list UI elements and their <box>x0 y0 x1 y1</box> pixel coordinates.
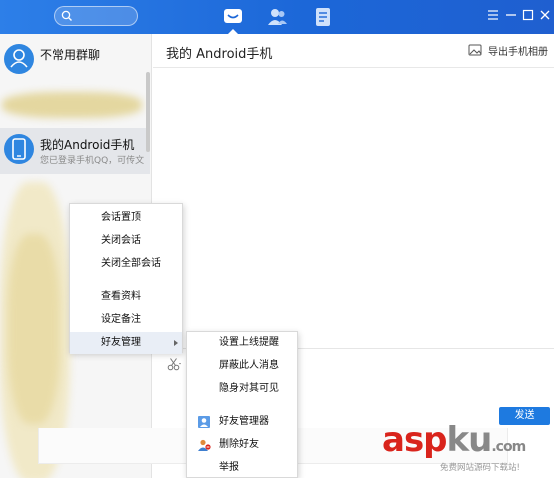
menu-item-online-reminder[interactable]: 设置上线提醒 <box>187 332 297 354</box>
title-bar <box>0 0 554 34</box>
redacted-blur <box>8 234 60 424</box>
watermark-red-text: asp <box>382 420 448 460</box>
export-album-button[interactable]: 导出手机相册 <box>468 43 548 59</box>
submenu-arrow-icon <box>174 340 178 346</box>
tab-notes[interactable] <box>312 6 334 28</box>
menu-item-label: 好友管理器 <box>219 416 269 427</box>
contact-name: 我的Android手机 <box>40 138 135 152</box>
menu-item-close-all[interactable]: 关闭全部会话 <box>70 253 182 275</box>
chat-header: 我的 Android手机 导出手机相册 <box>153 34 554 68</box>
minimize-icon <box>506 14 516 16</box>
menu-item-pin-chat[interactable]: 会话置顶 <box>70 207 182 229</box>
friend-manager-icon <box>198 416 210 428</box>
menu-item-invisible-visible[interactable]: 隐身对其可见 <box>187 378 297 400</box>
search-icon <box>61 10 72 21</box>
avatar <box>4 44 34 74</box>
menu-item-delete-friend[interactable]: 删除好友 <box>187 434 297 456</box>
list-item-selected[interactable]: 我的Android手机 您已登录手机QQ，可传文 <box>0 128 150 174</box>
menu-icon <box>488 10 498 20</box>
menu-item-report[interactable]: 举报 <box>187 457 297 478</box>
watermark-tagline: 免费网站源码下载站! <box>440 463 520 473</box>
menu-item-friend-manage[interactable]: 好友管理 <box>70 332 182 354</box>
close-button[interactable] <box>538 8 552 22</box>
avatar <box>4 134 34 164</box>
list-item-redacted[interactable] <box>0 84 150 130</box>
chat-title: 我的 Android手机 <box>166 47 273 62</box>
tab-contacts[interactable] <box>266 6 288 28</box>
contact-last-message: 您已登录手机QQ，可传文 <box>40 156 145 166</box>
contact-name: 不常用群聊 <box>40 48 101 62</box>
list-scrollbar[interactable] <box>146 72 150 152</box>
contacts-icon <box>268 9 287 25</box>
main-menu-button[interactable] <box>486 8 500 22</box>
photo-album-icon <box>468 44 482 56</box>
tab-chat[interactable] <box>222 6 244 34</box>
menu-item-view-profile[interactable]: 查看资料 <box>70 286 182 308</box>
scissors-icon[interactable] <box>167 357 183 371</box>
search-box[interactable] <box>54 6 138 26</box>
watermark-logo: aspku.com <box>382 420 526 460</box>
context-menu: 会话置顶 关闭会话 关闭全部会话 查看资料 设定备注 好友管理 <box>69 203 183 354</box>
chat-bubble-icon <box>224 9 242 23</box>
minimize-button[interactable] <box>504 8 518 22</box>
export-album-label: 导出手机相册 <box>488 47 548 58</box>
list-item[interactable]: 不常用群聊 <box>0 38 150 84</box>
watermark-gray-text: ku <box>446 420 493 460</box>
site-watermark: aspku.com 免费网站源码下载站! <box>382 418 554 478</box>
menu-item-label: 好友管理 <box>101 337 141 348</box>
menu-separator <box>187 404 297 405</box>
delete-friend-icon <box>198 439 211 451</box>
menu-item-set-remark[interactable]: 设定备注 <box>70 309 182 331</box>
menu-item-label: 删除好友 <box>219 439 259 450</box>
menu-item-block-messages[interactable]: 屏蔽此人消息 <box>187 355 297 377</box>
menu-item-close-chat[interactable]: 关闭会话 <box>70 230 182 252</box>
menu-item-friend-manager[interactable]: 好友管理器 <box>187 411 297 433</box>
maximize-icon <box>522 9 534 21</box>
close-icon <box>540 10 550 20</box>
group-chat-icon <box>10 49 28 68</box>
watermark-domain-suffix: .com <box>491 439 526 455</box>
redacted-blur <box>2 92 142 118</box>
notes-icon <box>316 8 330 26</box>
maximize-button[interactable] <box>521 8 535 22</box>
phone-icon <box>12 138 26 160</box>
friend-management-submenu: 设置上线提醒 屏蔽此人消息 隐身对其可见 好友管理器 删除好友 举报 <box>186 331 298 478</box>
menu-separator <box>70 279 182 280</box>
